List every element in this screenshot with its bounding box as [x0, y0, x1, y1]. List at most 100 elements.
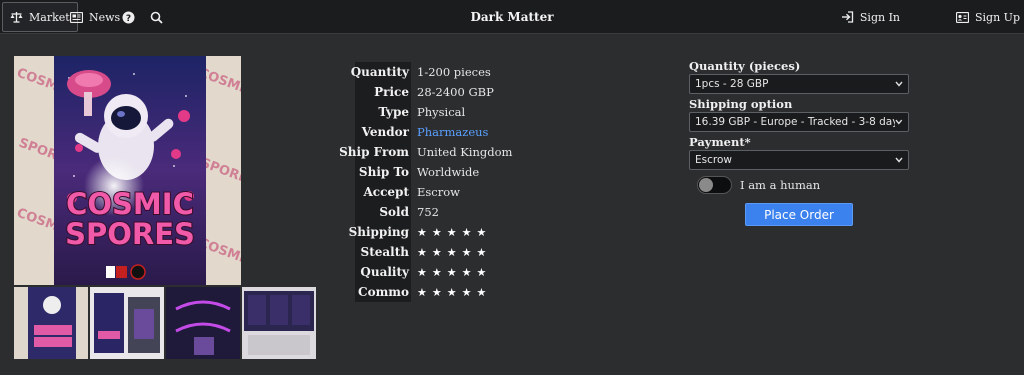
star-icon: ★: [431, 245, 442, 259]
nav-news[interactable]: News: [70, 2, 120, 32]
payment-select[interactable]: Escrow: [689, 150, 909, 170]
info-row-vendor: Vendor Pharmazeus: [355, 122, 512, 142]
star-icon: ★: [461, 265, 472, 279]
payment-select-value: Escrow: [695, 154, 732, 166]
search-icon: [150, 11, 163, 24]
shipping-select[interactable]: 16.39 GBP - Europe - Tracked - 3-8 days: [689, 112, 909, 132]
signup-label: Sign Up: [975, 10, 1020, 24]
vendor-link[interactable]: Pharmazeus: [411, 125, 488, 139]
star-icon: ★: [446, 265, 457, 279]
rating-label: Commo: [355, 282, 411, 302]
info-label: Accept: [355, 182, 411, 202]
info-value: 28-2400 GBP: [417, 85, 494, 99]
info-value: 1-200 pieces: [417, 65, 491, 79]
signup-link[interactable]: Sign Up: [956, 2, 1020, 32]
toggle-knob: [699, 178, 713, 192]
sign-in-icon: [841, 11, 854, 23]
star-rating: ★ ★ ★ ★ ★: [411, 286, 486, 299]
star-icon: ★: [431, 225, 442, 239]
info-label: Vendor: [355, 122, 411, 142]
chevron-down-icon: [895, 81, 903, 87]
star-rating: ★ ★ ★ ★ ★: [411, 246, 486, 259]
chevron-down-icon: [895, 157, 903, 163]
id-card-icon: [956, 11, 969, 23]
quantity-select-value: 1pcs - 28 GBP: [695, 78, 769, 90]
info-row-ship-from: Ship From United Kingdom: [339, 142, 513, 162]
rating-row-communication: Commo ★ ★ ★ ★ ★: [355, 282, 512, 302]
info-row-accept: Accept Escrow: [355, 182, 512, 202]
signin-link[interactable]: Sign In: [841, 2, 900, 32]
human-check: I am a human: [697, 175, 909, 195]
star-rating: ★ ★ ★ ★ ★: [411, 226, 486, 239]
star-icon: ★: [476, 245, 487, 259]
rating-label: Quality: [355, 262, 411, 282]
star-icon: ★: [431, 285, 442, 299]
quantity-label: Quantity (pieces): [689, 59, 801, 73]
nav-news-label: News: [89, 10, 121, 24]
product-main-image[interactable]: COSMIC SPORES COSMIC COSMIC SPORES COSMI…: [14, 56, 241, 285]
info-row-ship-to: Ship To Worldwide: [355, 162, 512, 182]
star-icon: ★: [431, 265, 442, 279]
nav-market-label: Market: [29, 10, 70, 24]
star-icon: ★: [476, 225, 487, 239]
info-value: Worldwide: [417, 165, 480, 179]
star-icon: ★: [461, 285, 472, 299]
search-button[interactable]: [150, 2, 163, 32]
human-toggle[interactable]: [697, 176, 732, 194]
rating-label: Shipping: [349, 222, 411, 242]
rating-row-quality: Quality ★ ★ ★ ★ ★: [355, 262, 512, 282]
star-icon: ★: [476, 265, 487, 279]
star-icon: ★: [417, 285, 427, 299]
star-icon: ★: [476, 285, 487, 299]
help-button[interactable]: ?: [122, 2, 135, 32]
star-icon: ★: [417, 265, 427, 279]
star-icon: ★: [446, 285, 457, 299]
product-title-line1: COSMIC: [66, 187, 194, 221]
chevron-down-icon: [895, 119, 903, 125]
shipping-label: Shipping option: [689, 97, 793, 111]
rating-row-shipping: Shipping ★ ★ ★ ★ ★: [349, 222, 512, 242]
info-label: Quantity: [351, 62, 411, 82]
quantity-select[interactable]: 1pcs - 28 GBP: [689, 74, 909, 94]
star-rating: ★ ★ ★ ★ ★: [411, 266, 486, 279]
payment-label: Payment*: [689, 135, 751, 149]
info-label: Type: [355, 102, 411, 122]
info-value: Physical: [417, 105, 466, 119]
human-label: I am a human: [740, 178, 821, 192]
product-title-line2: SPORES: [65, 217, 195, 251]
thumbnail-2[interactable]: [90, 287, 164, 359]
thumbnail-3[interactable]: [166, 287, 240, 359]
info-label: Ship To: [355, 162, 411, 182]
scale-icon: [10, 12, 23, 23]
svg-text:?: ?: [126, 14, 131, 24]
nav-market[interactable]: Market: [2, 2, 78, 32]
star-icon: ★: [461, 245, 472, 259]
info-row-sold: Sold 752: [355, 202, 512, 222]
info-value: Escrow: [417, 185, 461, 199]
top-navbar: Market News ? Dark Matter Sign In Sign U…: [0, 0, 1024, 34]
info-value: United Kingdom: [417, 145, 513, 159]
thumbnail-4[interactable]: [242, 287, 316, 359]
info-label: Price: [355, 82, 411, 102]
order-form: Quantity (pieces) 1pcs - 28 GBP Shipping…: [689, 60, 909, 226]
star-icon: ★: [417, 245, 427, 259]
place-order-button[interactable]: Place Order: [745, 203, 853, 226]
rating-row-stealth: Stealth ★ ★ ★ ★ ★: [355, 242, 512, 262]
shipping-select-value: 16.39 GBP - Europe - Tracked - 3-8 days: [695, 116, 896, 128]
thumbnail-1[interactable]: [14, 287, 88, 359]
info-row-price: Price 28-2400 GBP: [355, 82, 512, 102]
thumbnail-strip: [14, 287, 316, 359]
info-row-type: Type Physical: [355, 102, 512, 122]
signin-label: Sign In: [859, 10, 900, 24]
info-label: Sold: [355, 202, 411, 222]
rating-label: Stealth: [355, 242, 411, 262]
star-icon: ★: [461, 225, 472, 239]
newspaper-icon: [70, 11, 83, 23]
star-icon: ★: [446, 225, 457, 239]
question-circle-icon: ?: [122, 11, 135, 24]
star-icon: ★: [446, 245, 457, 259]
info-label: Ship From: [339, 142, 411, 162]
star-icon: ★: [417, 225, 427, 239]
info-row-quantity: Quantity 1-200 pieces: [351, 62, 512, 82]
product-info-table: Quantity 1-200 pieces Price 28-2400 GBP …: [339, 62, 513, 302]
